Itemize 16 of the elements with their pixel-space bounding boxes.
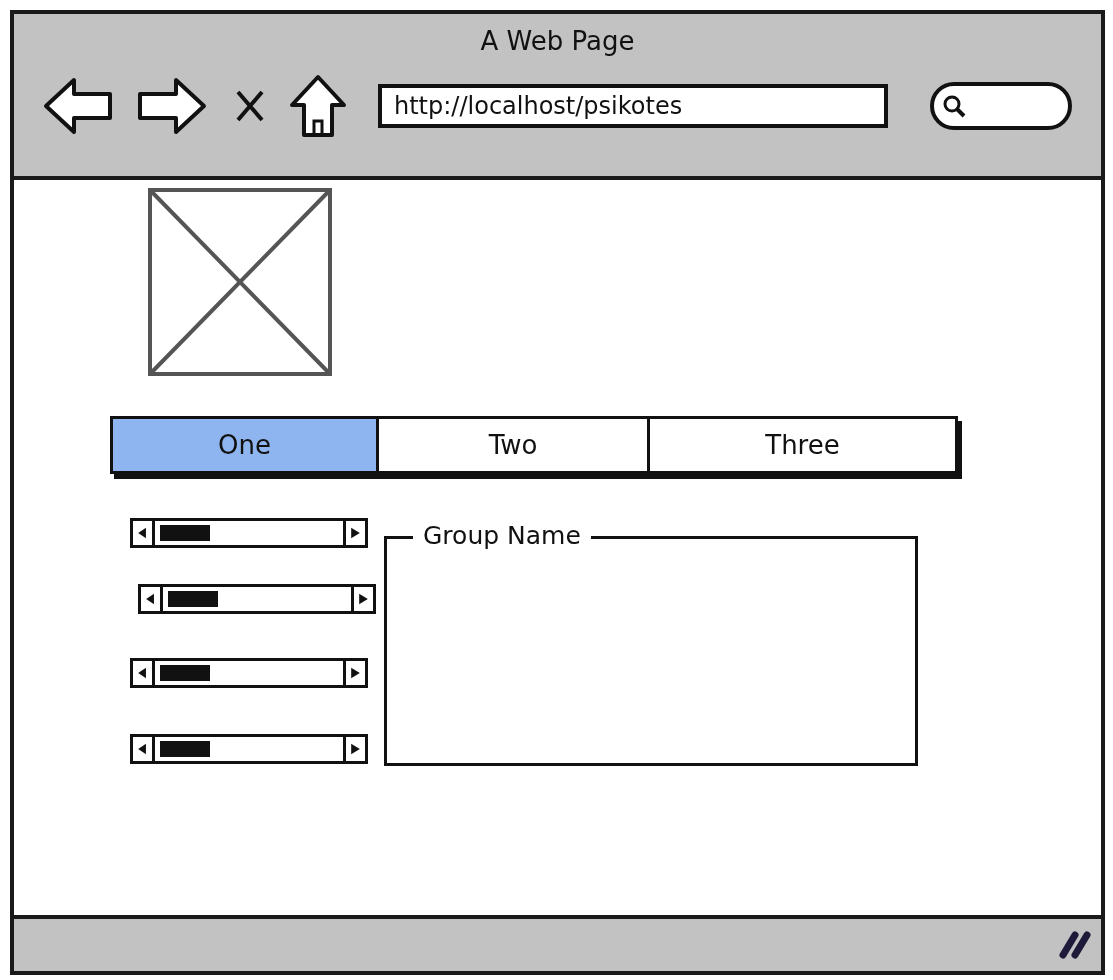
resize-grip-icon[interactable] [1059, 931, 1091, 959]
scrollbar-thumb[interactable] [160, 665, 210, 681]
scrollbar-thumb[interactable] [160, 525, 210, 541]
search-icon [942, 94, 966, 118]
scrollbar[interactable] [130, 518, 368, 548]
address-field[interactable]: http://localhost/psikotes [378, 84, 888, 128]
close-icon[interactable] [234, 88, 266, 124]
scrollbar-thumb[interactable] [168, 591, 218, 607]
scrollbar[interactable] [138, 584, 376, 614]
scrollbar-thumb[interactable] [160, 741, 210, 757]
tab[interactable]: One [113, 419, 376, 471]
scrollbar[interactable] [130, 658, 368, 688]
window-title: A Web Page [480, 25, 635, 58]
scrollbar[interactable] [130, 734, 368, 764]
home-icon[interactable] [288, 73, 348, 139]
search-field[interactable] [930, 82, 1072, 130]
